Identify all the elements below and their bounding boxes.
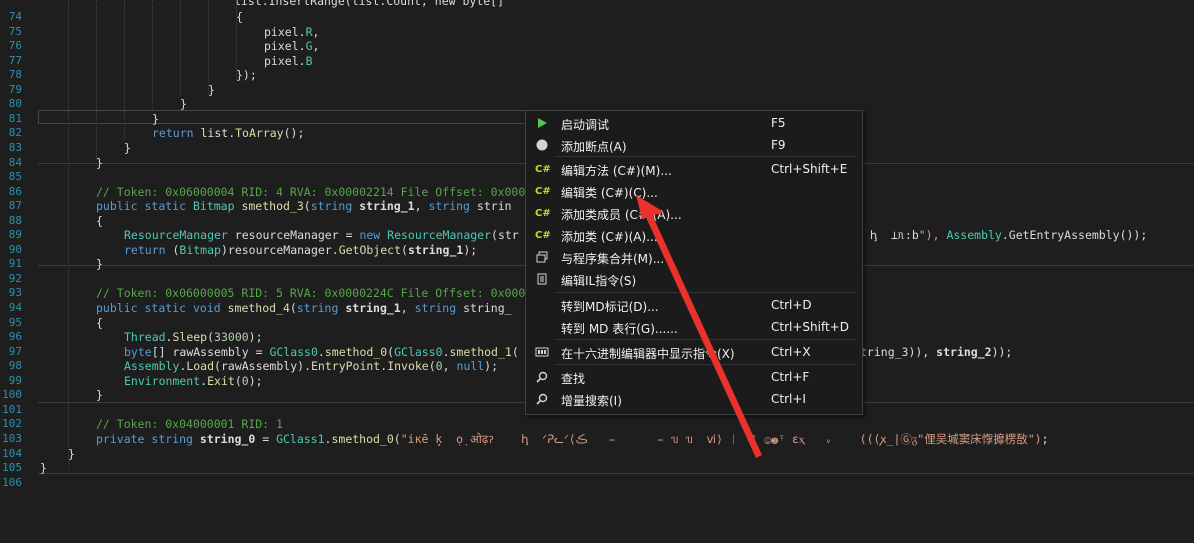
annotation-arrow — [636, 195, 762, 458]
